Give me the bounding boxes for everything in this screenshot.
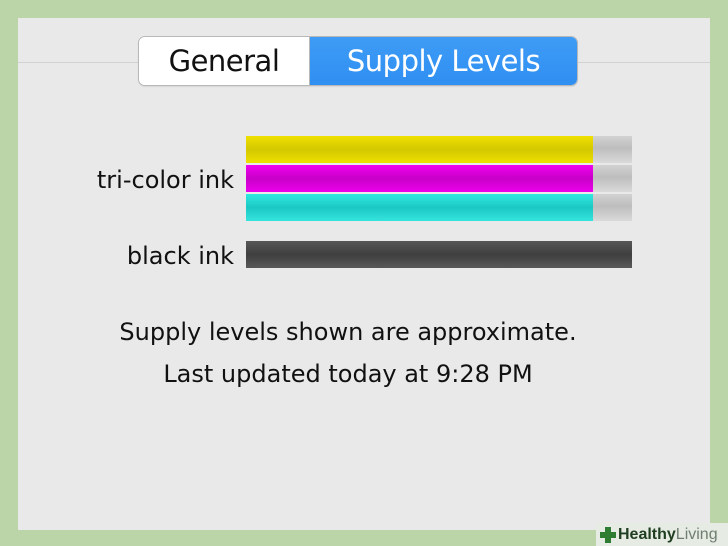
tab-general[interactable]: General	[139, 37, 310, 85]
yellow-ink-fill	[246, 136, 594, 163]
magenta-ink-fill	[246, 165, 594, 192]
watermark-text-healthy: Healthy	[618, 525, 676, 543]
approximate-note: Supply levels shown are approximate.	[119, 318, 577, 346]
cross-logo-icon	[600, 526, 616, 543]
yellow-ink-level-bar	[246, 136, 632, 163]
tab-supply-levels[interactable]: Supply Levels	[310, 37, 577, 85]
cyan-ink-fill	[246, 194, 594, 221]
magenta-ink-level-bar	[246, 165, 632, 192]
tricolor-ink-label: tri-color ink	[96, 166, 234, 194]
tab-control: General Supply Levels	[138, 36, 578, 86]
healthy-living-watermark: Healthy Living	[596, 523, 728, 546]
cyan-ink-level-bar	[246, 194, 632, 221]
black-ink-level-bar	[246, 241, 632, 268]
last-updated-text: Last updated today at 9:28 PM	[163, 360, 533, 388]
printer-supply-panel: General Supply Levels tri-color ink blac…	[18, 18, 710, 530]
black-ink-label: black ink	[126, 242, 234, 270]
watermark-text-living: Living	[675, 525, 718, 543]
black-ink-fill	[246, 241, 632, 268]
